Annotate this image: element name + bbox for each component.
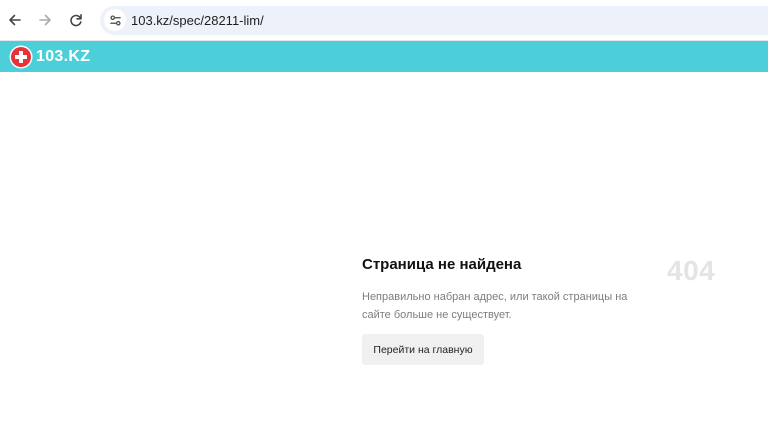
site-logo[interactable]: 103.KZ — [11, 46, 90, 67]
reload-icon — [70, 14, 82, 27]
forward-button[interactable] — [33, 8, 57, 32]
reload-button[interactable] — [64, 8, 88, 32]
tune-icon — [109, 14, 121, 26]
url-text[interactable]: 103.kz/spec/28211-lim/ — [131, 13, 264, 28]
page-title: Страница не найдена — [362, 256, 522, 273]
error-code: 404 — [667, 255, 716, 286]
site-info-button[interactable] — [104, 9, 126, 31]
browser-toolbar: 103.kz/spec/28211-lim/ — [0, 0, 768, 41]
error-description: Неправильно набран адрес, или такой стра… — [362, 291, 628, 321]
site-header: 103.KZ — [0, 41, 768, 72]
arrow-right-icon — [39, 14, 51, 26]
back-button[interactable] — [3, 8, 27, 32]
logo-text: 103.KZ — [36, 47, 91, 65]
arrow-left-icon — [9, 14, 21, 26]
address-bar[interactable]: 103.kz/spec/28211-lim/ — [100, 6, 768, 35]
medical-cross-icon — [11, 46, 31, 67]
go-home-button[interactable]: Перейти на главную — [362, 334, 484, 365]
